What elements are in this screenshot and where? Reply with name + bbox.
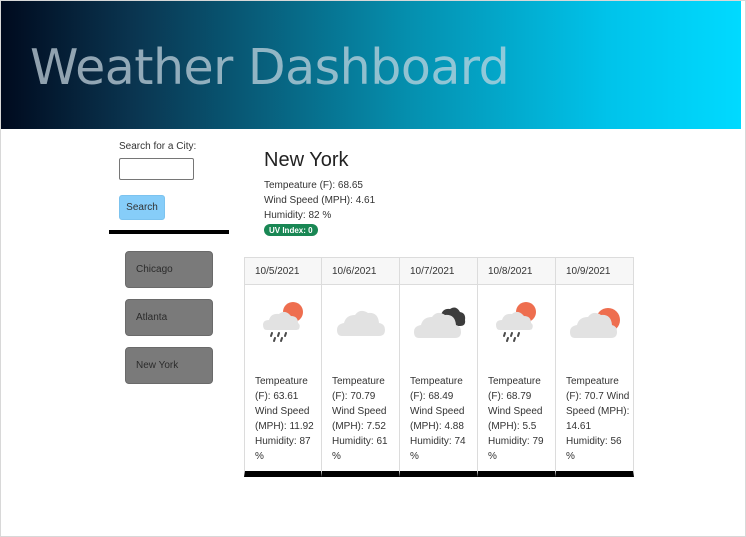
rain-sun-icon (496, 302, 536, 342)
search-label: Search for a City: (119, 141, 197, 152)
forecast-stats: Tempeature (F): 68.49 Wind Speed (MPH): … (410, 376, 466, 462)
history-button-new-york[interactable]: New York (125, 347, 213, 384)
forecast-card: 10/6/2021 Tempeature (F): 70.79 Wind Spe… (322, 257, 400, 477)
forecast-card: 10/7/2021 Tempeature (F): 68.49 Wind Spe… (400, 257, 478, 477)
forecast-card: 10/5/2021 Tempeature (F): 63.61 Wind Spe… (244, 257, 322, 477)
current-humidity: Humidity: 82 % (264, 210, 332, 221)
history-button-chicago[interactable]: Chicago (125, 251, 213, 288)
forecast-date: 10/7/2021 (400, 258, 477, 285)
divider (109, 230, 229, 234)
current-city-name: New York (264, 149, 349, 171)
forecast-card: 10/8/2021 Tempeature (F): 68.79 Wind Spe… (478, 257, 556, 477)
current-wind-speed: Wind Speed (MPH): 4.61 (264, 195, 376, 206)
forecast-row: 10/5/2021 Tempeature (F): 63.61 Wind Spe… (244, 257, 634, 477)
uv-index-badge: UV Index: 0 (264, 224, 318, 236)
forecast-stats: Tempeature (F): 68.79 Wind Speed (MPH): … (488, 376, 544, 462)
cloud-icon (337, 310, 385, 336)
forecast-stats: Tempeature (F): 70.79 Wind Speed (MPH): … (332, 376, 388, 462)
header-banner: Weather Dashboard (1, 1, 741, 129)
forecast-card: 10/9/2021 Tempeature (F): 70.7 Wind Spee… (556, 257, 634, 477)
forecast-date: 10/9/2021 (556, 258, 633, 285)
history-button-atlanta[interactable]: Atlanta (125, 299, 213, 336)
rain-sun-icon (263, 302, 303, 342)
search-button[interactable]: Search (119, 195, 165, 220)
broken-clouds-icon (414, 307, 466, 338)
current-temperature: Tempeature (F): 68.65 (264, 180, 363, 191)
page-title: Weather Dashboard (30, 39, 510, 96)
forecast-date: 10/8/2021 (478, 258, 555, 285)
forecast-stats: Tempeature (F): 70.7 Wind Speed (MPH): 1… (566, 376, 630, 462)
forecast-date: 10/6/2021 (322, 258, 399, 285)
partly-cloudy-icon (570, 308, 620, 338)
forecast-stats: Tempeature (F): 63.61 Wind Speed (MPH): … (255, 376, 314, 462)
forecast-date: 10/5/2021 (245, 258, 321, 285)
search-input[interactable] (119, 158, 194, 180)
